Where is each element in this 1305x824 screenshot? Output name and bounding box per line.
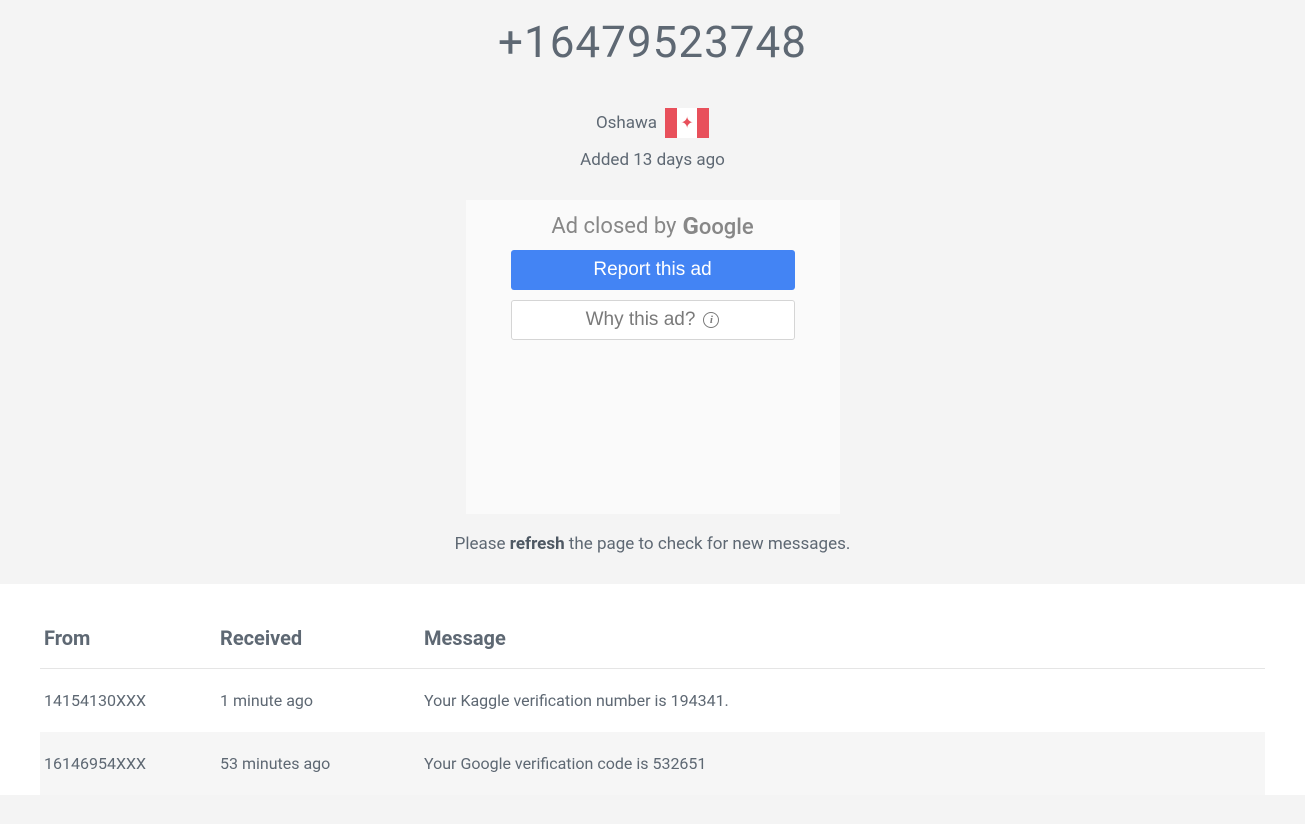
added-time: Added 13 days ago [0,150,1305,170]
report-ad-button[interactable]: Report this ad [511,250,795,290]
cell-from: 16146954XXX [40,732,220,795]
refresh-bold: refresh [510,534,565,554]
ad-closed-prefix: Ad closed by [551,214,676,239]
cell-message: Your Kaggle verification number is 19434… [424,669,1265,733]
location-text: Oshawa [596,113,657,133]
header-section: +16479523748 Oshawa ✦ Added 13 days ago … [0,0,1305,584]
info-icon: i [703,312,719,328]
column-header-message: Message [424,626,1265,669]
phone-number: +16479523748 [0,16,1305,68]
why-this-ad-button[interactable]: Why this ad? i [511,300,795,340]
location-row: Oshawa ✦ [0,108,1305,138]
cell-message: Your Google verification code is 532651 [424,732,1265,795]
why-this-ad-label: Why this ad? [586,309,696,331]
table-row: 14154130XXX 1 minute ago Your Kaggle ver… [40,669,1265,733]
messages-table: From Received Message 14154130XXX 1 minu… [40,626,1265,795]
cell-received: 53 minutes ago [220,732,424,795]
ad-closed-text: Ad closed by Google [508,212,798,240]
refresh-instruction: Please refresh the page to check for new… [0,534,1305,554]
refresh-suffix: the page to check for new messages. [565,534,851,554]
column-header-from: From [40,626,220,669]
messages-section: From Received Message 14154130XXX 1 minu… [0,584,1305,795]
cell-received: 1 minute ago [220,669,424,733]
column-header-received: Received [220,626,424,669]
ad-box: Ad closed by Google Report this ad Why t… [466,200,840,514]
cell-from: 14154130XXX [40,669,220,733]
table-row: 16146954XXX 53 minutes ago Your Google v… [40,732,1265,795]
google-logo: Google [682,212,753,240]
refresh-prefix: Please [455,534,510,554]
canada-flag-icon: ✦ [665,108,709,138]
